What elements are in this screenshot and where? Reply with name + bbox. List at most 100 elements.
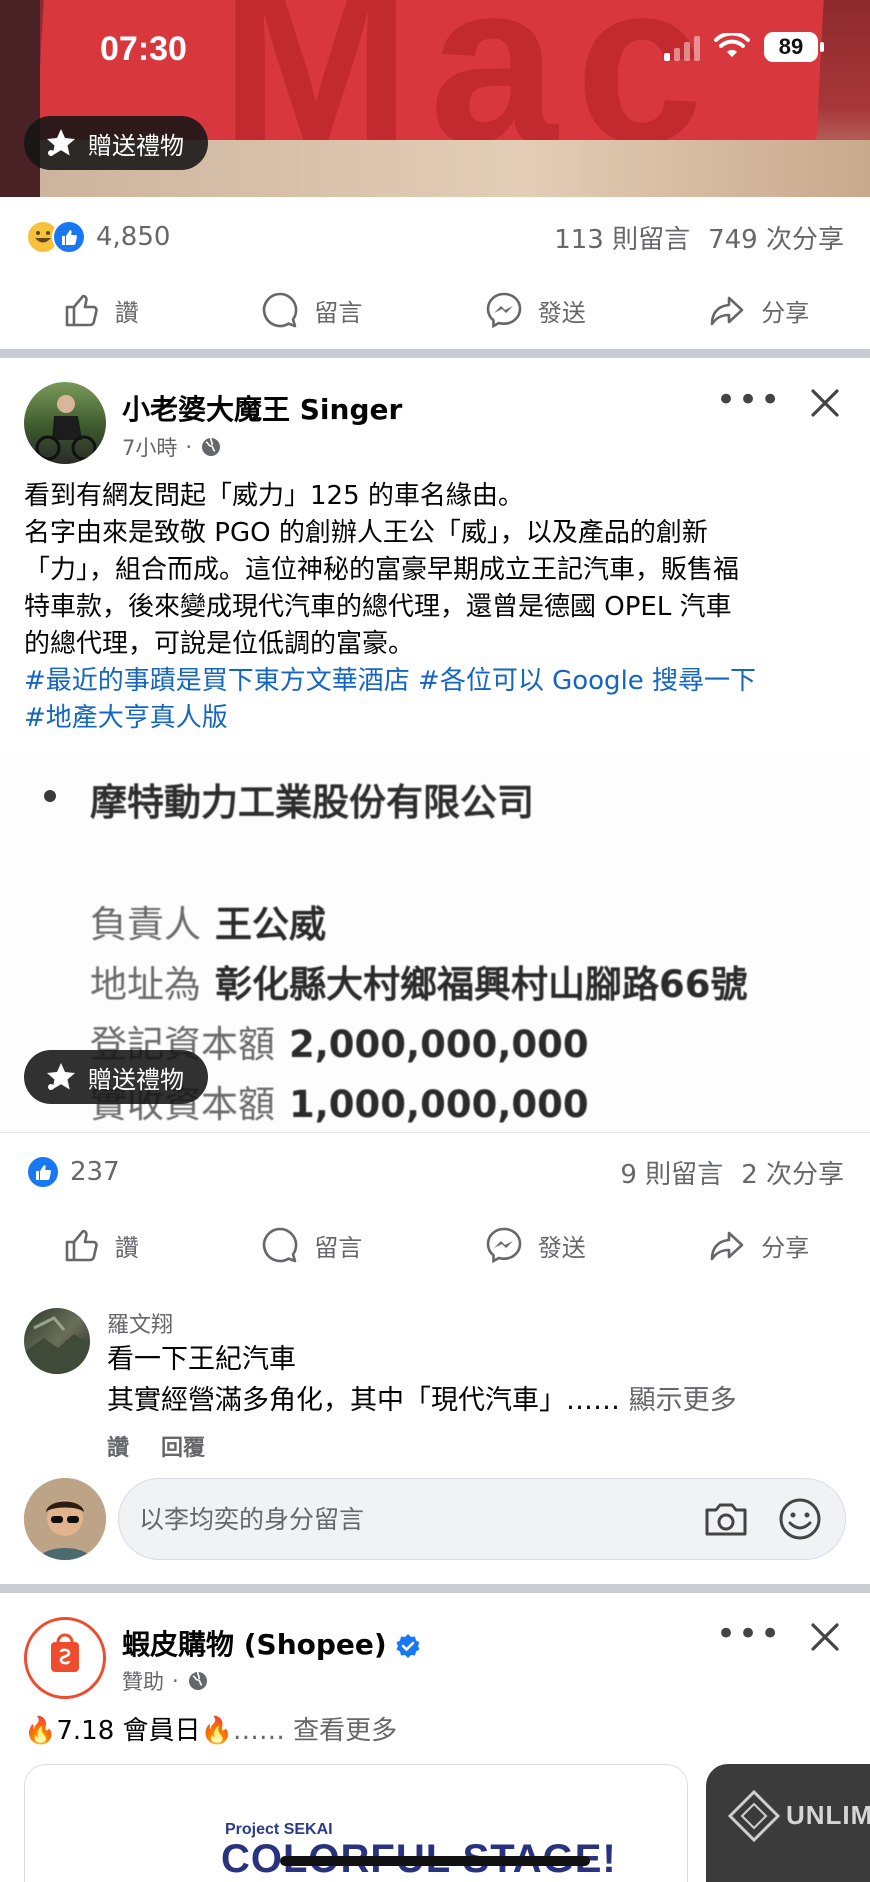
feed-divider: [0, 1584, 870, 1593]
share-arrow-icon: [710, 296, 744, 326]
home-indicator[interactable]: [280, 1856, 590, 1866]
comments-count[interactable]: 113 則留言: [554, 219, 690, 256]
hashtag-link[interactable]: #最近的事蹟是買下東方文華酒店 #各位可以 Google 搜尋一下: [24, 663, 850, 700]
comment-text-line: 看一下王紀汽車: [107, 1344, 296, 1375]
bullet-dot: [44, 790, 56, 802]
send-gift-button[interactable]: 贈送禮物: [24, 116, 208, 170]
author-avatar[interactable]: [24, 382, 106, 464]
hashtag-link[interactable]: #地產大亨真人版: [24, 700, 850, 737]
like-button[interactable]: 讚: [61, 1225, 139, 1265]
meta-dot: ·: [172, 1669, 179, 1693]
like-reaction-icon: [26, 1155, 60, 1189]
wifi-icon: [714, 33, 750, 57]
commenter-name[interactable]: 羅文翔: [107, 1307, 173, 1339]
promo-text: 🔥7.18 會員日🔥…… 查看更多: [24, 1710, 397, 1747]
send-label: 發送: [537, 298, 586, 327]
like-reaction-icon: [52, 220, 86, 254]
shares-count[interactable]: 2 次分享: [741, 1154, 844, 1191]
send-button[interactable]: 發送: [484, 290, 586, 330]
like-label: 讚: [114, 298, 139, 327]
comment-actions: 讚 回覆: [107, 1430, 205, 1462]
image-bottom-border: [0, 1132, 870, 1133]
doc-row-value: 2,000,000,000: [289, 1023, 589, 1066]
send-gift-button[interactable]: 贈送禮物: [24, 1050, 208, 1104]
shares-count[interactable]: 749 次分享: [708, 219, 844, 256]
avatar-landscape-image: [24, 1316, 90, 1374]
share-arrow-icon: [710, 1231, 744, 1261]
engagement-counts: 9 則留言 2 次分享: [620, 1154, 844, 1191]
battery-icon: 89: [764, 32, 824, 62]
post-text-line: 「力」，組合而成。這位神秘的富豪早期成立王記汽車，販售福: [24, 555, 740, 585]
sponsor-meta: 贊助 ·: [122, 1666, 209, 1696]
company-name: 摩特動力工業股份有限公司: [90, 781, 534, 824]
fire-icon: 🔥: [200, 1716, 233, 1746]
comment-button[interactable]: 留言: [260, 290, 362, 330]
post-meta: 7小時 ·: [122, 432, 222, 462]
emoji-icon[interactable]: [775, 1494, 825, 1544]
send-button[interactable]: 發送: [484, 1225, 586, 1265]
reaction-summary[interactable]: 237 9 則留言 2 次分享: [0, 1140, 870, 1204]
thumbs-up-icon: [65, 1229, 98, 1262]
more-options-button[interactable]: •••: [716, 1614, 782, 1654]
comment-text-line-2: 其實經營滿多角化，其中「現代汽車」…… 顯示更多: [107, 1378, 737, 1417]
comment-input[interactable]: [139, 1504, 677, 1534]
show-more-link[interactable]: 顯示更多: [629, 1385, 737, 1416]
feed-divider: [0, 349, 870, 358]
reaction-summary[interactable]: 4,850 113 則留言 749 次分享: [0, 205, 870, 269]
share-button[interactable]: 分享: [707, 1225, 809, 1265]
more-options-button[interactable]: •••: [716, 380, 782, 420]
meta-dot: ·: [185, 435, 193, 459]
post-text-line: 的總代理，可說是位低調的富豪。: [24, 629, 415, 659]
sponsored-label[interactable]: 贊助: [122, 1666, 164, 1696]
doc-row: 地址為 彰化縣大村鄉福興村山腳路66號: [90, 954, 748, 1008]
camera-icon[interactable]: [701, 1494, 751, 1544]
post-time[interactable]: 7小時: [122, 432, 177, 462]
comment-button[interactable]: 留言: [260, 1225, 362, 1265]
reaction-emojis: [26, 1155, 60, 1189]
promo-title: 7.18 會員日: [56, 1716, 201, 1746]
commenter-avatar[interactable]: [24, 1308, 90, 1374]
comment-composer[interactable]: [118, 1478, 846, 1560]
current-user-avatar: [24, 1478, 106, 1560]
comment-reply-button[interactable]: 回覆: [161, 1430, 205, 1462]
reaction-emojis: [26, 220, 86, 254]
post-text-line: 特車款，後來變成現代汽車的總代理，還曾是德國 OPEL 汽車: [24, 592, 732, 622]
share-button[interactable]: 分享: [707, 290, 809, 330]
verified-badge-icon: [396, 1634, 420, 1658]
shopee-bag-icon: [51, 1633, 79, 1672]
diamond-logo-icon: [727, 1789, 781, 1843]
globe-icon: [202, 437, 221, 456]
close-icon[interactable]: [805, 1617, 845, 1657]
close-icon[interactable]: [805, 383, 845, 423]
see-more-link[interactable]: …… 查看更多: [233, 1716, 397, 1746]
post-author-name[interactable]: 小老婆大魔王 Singer: [122, 388, 402, 428]
shopee-avatar[interactable]: [24, 1617, 106, 1699]
comments-count[interactable]: 9 則留言: [620, 1154, 723, 1191]
post-text-line: 名字由來是致敬 PGO 的創辦人王公「威」，以及產品的創新: [24, 518, 708, 548]
doc-row-value: 王公威: [215, 903, 326, 946]
messenger-icon: [486, 1227, 522, 1264]
reaction-count: 237: [70, 1157, 120, 1187]
gift-star-icon: [47, 1063, 75, 1090]
doc-row-label: 地址為: [90, 963, 201, 1006]
gift-star-icon: [47, 129, 75, 156]
post-body: 看到有網友問起「威力」125 的車名緣由。 名字由來是致敬 PGO 的創辦人王公…: [24, 478, 850, 737]
comment-like-button[interactable]: 讚: [107, 1430, 129, 1462]
comment-bubble-icon: [263, 1227, 298, 1263]
status-icons: 89: [664, 32, 824, 62]
globe-icon: [188, 1671, 207, 1690]
doc-row-label: 負責人: [90, 903, 201, 946]
send-gift-label: 贈送禮物: [88, 1065, 184, 1094]
comment-label: 留言: [314, 1233, 363, 1262]
send-gift-label: 贈送禮物: [88, 131, 184, 160]
avatar-cyclist-image: [35, 395, 97, 461]
carousel-card[interactable]: UNLIMIT: [706, 1764, 870, 1882]
sponsor-name[interactable]: 蝦皮購物 (Shopee): [122, 1623, 421, 1663]
reaction-count: 4,850: [96, 222, 171, 252]
sponsor-name-text: 蝦皮購物 (Shopee): [122, 1628, 387, 1661]
like-button[interactable]: 讚: [61, 290, 139, 330]
post-actions-bar: 讚 留言 發送 分享: [0, 274, 870, 346]
post-actions-bar: 讚 留言 發送 分享: [0, 1209, 870, 1281]
avatar-person-image: [24, 1478, 106, 1560]
share-label: 分享: [761, 1233, 810, 1262]
